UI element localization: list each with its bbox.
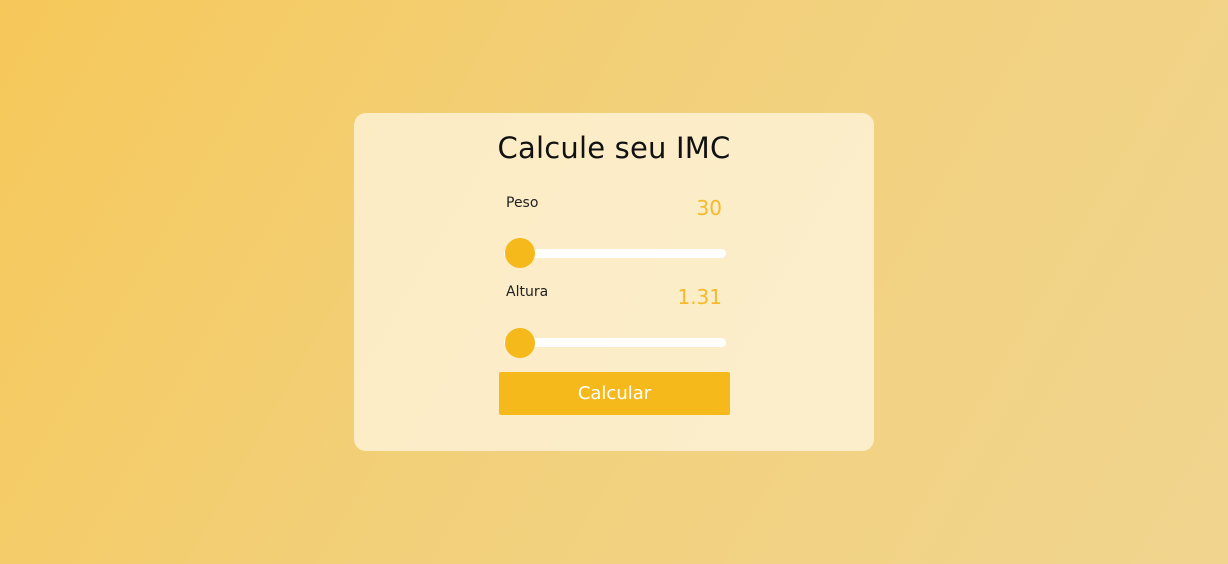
altura-value: 1.31	[677, 285, 722, 309]
altura-slider-thumb[interactable]	[505, 328, 535, 358]
page-title: Calcule seu IMC	[497, 131, 731, 165]
altura-slider-track[interactable]	[504, 338, 726, 347]
peso-label: Peso	[506, 195, 539, 211]
peso-slider-track[interactable]	[504, 249, 726, 258]
calcular-button[interactable]: Calcular	[499, 372, 730, 415]
peso-value: 30	[696, 196, 722, 220]
altura-label: Altura	[506, 284, 549, 300]
imc-card: Calcule seu IMC Peso 30 Altura 1.31 Calc…	[354, 113, 874, 451]
peso-slider-thumb[interactable]	[505, 238, 535, 268]
